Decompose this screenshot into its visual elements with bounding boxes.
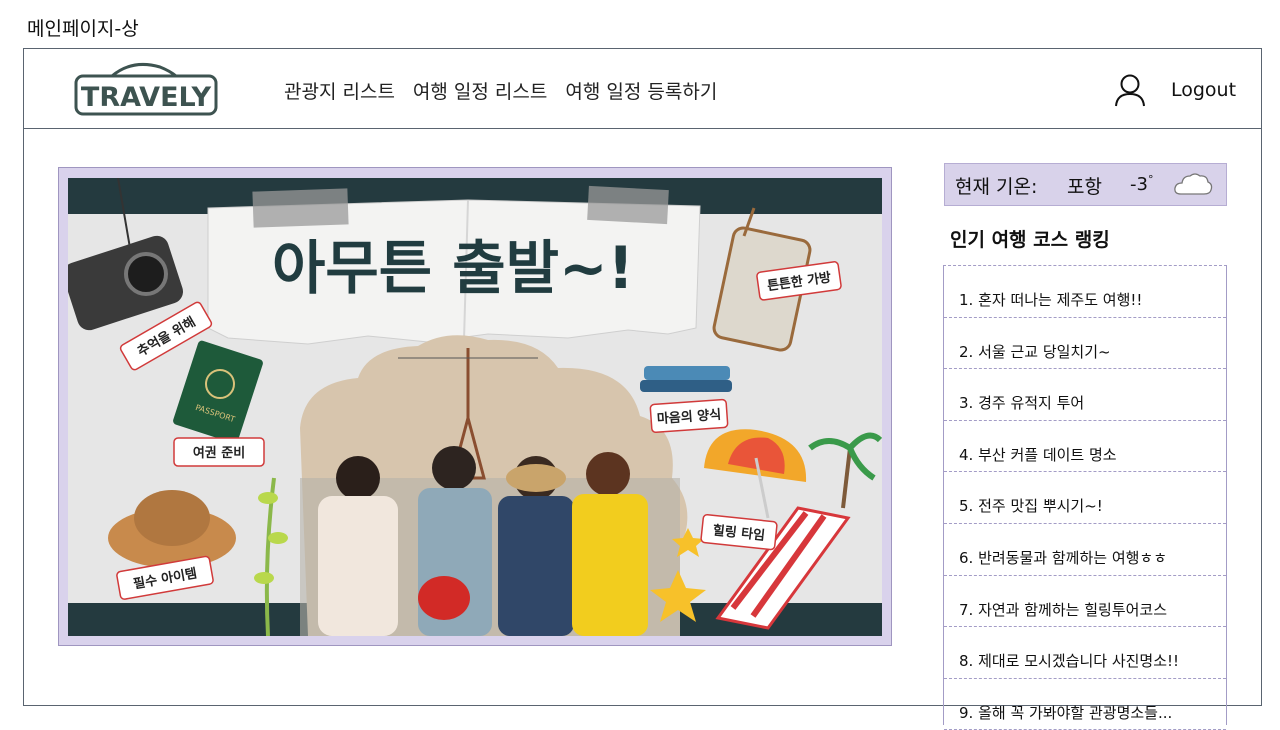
weather-widget: 현재 기온: 포항 -3° <box>944 163 1227 206</box>
ranking-item[interactable]: 5. 전주 맛집 뿌시기~! <box>944 472 1226 524</box>
ranking-item[interactable]: 4. 부산 커플 데이트 명소 <box>944 421 1226 473</box>
ranking-item[interactable]: 9. 올해 꼭 가봐야할 관광명소들... <box>944 679 1226 730</box>
page-label: 메인페이지-상 <box>27 18 139 40</box>
weather-label: 현재 기온: <box>955 176 1038 198</box>
banner-illustration: 아무튼 출발~! PASSPORT 추억을 위해 튼튼한 가방 여권 준비 마음… <box>68 178 882 636</box>
user-icon[interactable] <box>1114 73 1146 107</box>
ranking-list: 1. 혼자 떠나는 제주도 여행!! 2. 서울 근교 당일치기~ 3. 경주 … <box>943 265 1227 730</box>
weather-unit: ° <box>1147 173 1154 186</box>
ranking-item[interactable]: 2. 서울 근교 당일치기~ <box>944 318 1226 370</box>
nav-itinerary-register[interactable]: 여행 일정 등록하기 <box>565 77 717 104</box>
ranking-item[interactable]: 8. 제대로 모시겠습니다 사진명소!! <box>944 627 1226 679</box>
travely-logo[interactable]: TRAVELY <box>74 61 220 117</box>
ranking-item[interactable]: 1. 혼자 떠나는 제주도 여행!! <box>944 266 1226 318</box>
ranking-title: 인기 여행 코스 랭킹 <box>950 229 1110 251</box>
weather-temp: -3° <box>1130 173 1154 195</box>
logout-button[interactable]: Logout <box>1171 79 1236 101</box>
weather-city: 포항 <box>1067 176 1102 198</box>
sticker-book: 마음의 양식 <box>649 398 729 434</box>
banner-image: 아무튼 출발~! PASSPORT 추억을 위해 튼튼한 가방 여권 준비 마음… <box>68 178 882 636</box>
ranking-item[interactable]: 3. 경주 유적지 투어 <box>944 369 1226 421</box>
main-banner[interactable]: 아무튼 출발~! PASSPORT 추억을 위해 튼튼한 가방 여권 준비 마음… <box>58 167 892 646</box>
header: TRAVELY 관광지 리스트 여행 일정 리스트 여행 일정 등록하기 Log… <box>24 49 1261 129</box>
banner-title: 아무튼 출발~! <box>272 234 634 302</box>
ranking-item[interactable]: 6. 반려동물과 함께하는 여행ㅎㅎ <box>944 524 1226 576</box>
svg-text:여권 준비: 여권 준비 <box>193 445 245 461</box>
nav-attractions-list[interactable]: 관광지 리스트 <box>284 77 395 104</box>
cloud-icon <box>1174 173 1213 195</box>
logo-text: TRAVELY <box>81 82 212 113</box>
main-nav: 관광지 리스트 여행 일정 리스트 여행 일정 등록하기 <box>284 77 717 104</box>
sticker-passport: 여권 준비 <box>173 437 265 467</box>
ranking-item[interactable]: 7. 자연과 함께하는 힐링투어코스 <box>944 576 1226 628</box>
nav-itinerary-list[interactable]: 여행 일정 리스트 <box>413 77 547 104</box>
